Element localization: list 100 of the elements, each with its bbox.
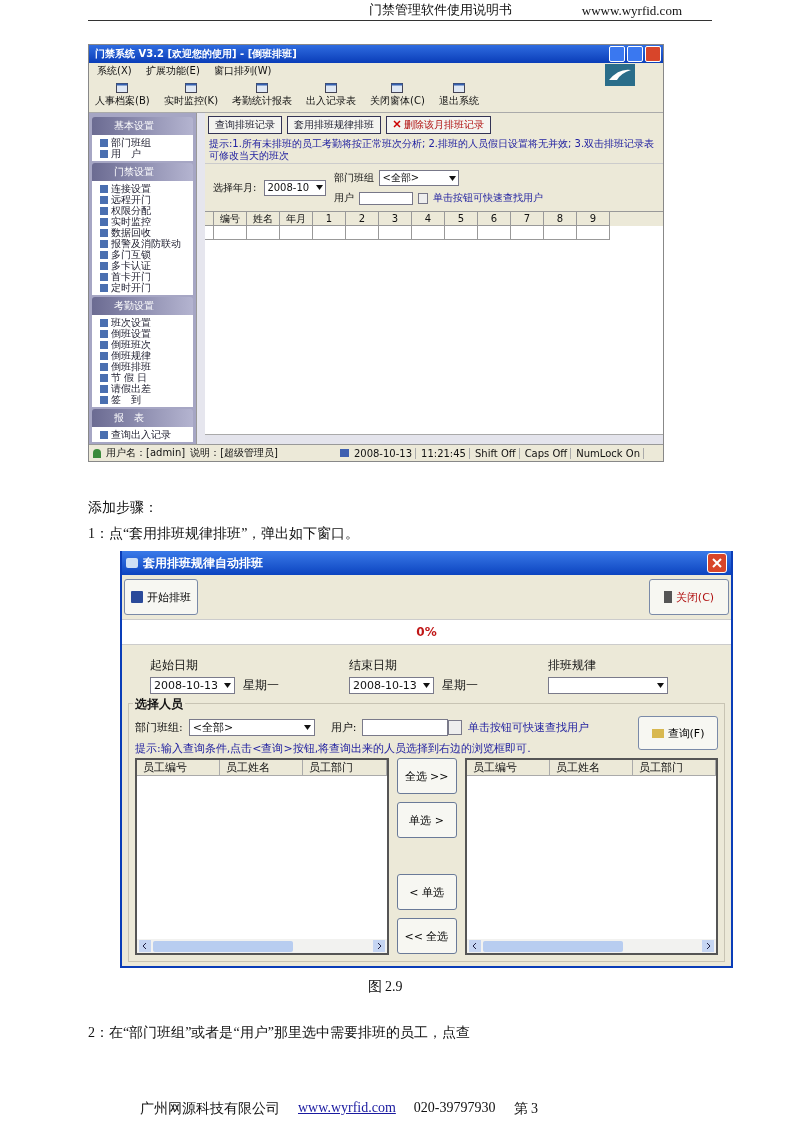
sidebar-item[interactable]: 定时开门 (100, 282, 193, 293)
column-header[interactable]: 员工姓名 (549, 760, 633, 775)
department-dropdown[interactable]: <全部> (379, 170, 460, 186)
sidebar-item[interactable]: 多门互锁 (100, 249, 193, 260)
sidebar-item[interactable]: 倒班班次 (100, 339, 193, 350)
field-label: 结束日期 (348, 657, 398, 674)
arrow-left-icon (468, 940, 481, 952)
toolbar-button[interactable]: 出入记录表 (306, 82, 357, 108)
close-button[interactable] (707, 553, 727, 573)
horizontal-scrollbar[interactable] (205, 434, 663, 444)
toolbar-button[interactable]: 关闭窗体(C) (370, 82, 425, 108)
sidebar-item[interactable]: 远程开门 (100, 194, 193, 205)
column-header[interactable]: 编号 (214, 212, 247, 226)
rule-dropdown[interactable] (547, 677, 668, 694)
toolbar-button[interactable]: 考勤统计报表 (232, 82, 293, 108)
progress-reading: 0% (416, 625, 437, 639)
transfer-button[interactable]: << 全选 (396, 918, 457, 954)
action-button[interactable]: 删除该月排班记录 (386, 116, 491, 134)
minimize-button[interactable] (609, 46, 625, 62)
query-button[interactable]: 查询(F) (638, 716, 718, 750)
action-button[interactable]: 查询排班记录 (208, 116, 282, 134)
sidebar-item[interactable]: 数据回收 (100, 227, 193, 238)
menu-item[interactable]: 窗口排列(W) (213, 63, 272, 78)
footer-company: 广州网源科技有限公司 (140, 1100, 280, 1118)
sidebar-item[interactable]: 连接设置 (100, 183, 193, 194)
sidebar-item[interactable]: 部门班组 (100, 137, 193, 148)
sidebar-item[interactable]: 实时监控 (100, 216, 193, 227)
department-dropdown[interactable]: <全部> (188, 718, 315, 736)
transfer-button[interactable]: 全选 >> (396, 758, 457, 794)
dialog-title: 套用排班规律自动排班 (143, 554, 264, 572)
date-dropdown[interactable]: 2008-10-13 (348, 677, 434, 694)
sidebar-item[interactable]: 报警及消防联动 (100, 238, 193, 249)
sidebar-section-header[interactable]: 门禁设置 (92, 163, 193, 181)
column-header[interactable]: 员工部门 (632, 760, 716, 775)
sidebar-section-header[interactable]: 基本设置 (92, 117, 193, 135)
dropdown-arrow-icon (422, 683, 430, 688)
user-input-field[interactable] (362, 718, 449, 736)
column-header[interactable]: 3 (379, 212, 412, 226)
table-cell (214, 226, 247, 240)
sidebar-item[interactable]: 倒班排班 (100, 361, 193, 372)
sidebar-item[interactable]: 权限分配 (100, 205, 193, 216)
sidebar-item[interactable]: 首卡开门 (100, 271, 193, 282)
column-header[interactable]: 2 (346, 212, 379, 226)
menu-item[interactable]: 扩展功能(E) (145, 63, 200, 78)
column-header[interactable]: 员工姓名 (220, 760, 304, 775)
document-header-url: wwww.wyrfid.com (581, 3, 682, 19)
column-header[interactable]: 员工部门 (303, 760, 387, 775)
sidebar-item[interactable]: 节 假 日 (100, 372, 193, 383)
window-icon (452, 82, 465, 93)
table-cell (346, 226, 379, 240)
sidebar-item[interactable]: 用 户 (100, 148, 193, 159)
column-header[interactable]: 6 (478, 212, 511, 226)
maximize-button[interactable] (627, 46, 643, 62)
sidebar-section-header[interactable]: 报 表 (92, 409, 193, 427)
browse-button[interactable] (448, 719, 463, 735)
transfer-button[interactable]: 单选 > (396, 802, 457, 838)
window-icon (116, 82, 129, 93)
hint-text: 提示:1.所有未排班的员工考勤将按正常班次分析; 2.排班的人员假日设置将无并效; 3.双击排班记录表可修改当天的班次 (205, 137, 663, 163)
column-header[interactable]: 1 (313, 212, 346, 226)
user-icon (93, 448, 101, 458)
arrow-left-icon (139, 940, 151, 952)
window-icon (391, 82, 404, 93)
column-header[interactable]: 姓名 (247, 212, 280, 226)
sidebar-item[interactable]: 多卡认证 (100, 260, 193, 271)
toolbar-button[interactable]: 人事档案(B) (95, 82, 150, 108)
close-dialog-button[interactable]: 关闭(C) (649, 579, 729, 615)
sidebar-item[interactable]: 倒班设置 (100, 328, 193, 339)
user-input-field[interactable] (359, 191, 414, 205)
toolbar-button[interactable]: 退出系统 (438, 82, 479, 108)
sidebar-item[interactable]: 签 到 (100, 394, 193, 405)
sidebar-item[interactable]: 倒班规律 (100, 350, 193, 361)
column-header[interactable]: 员工编号 (466, 760, 550, 775)
horizontal-scrollbar[interactable] (466, 939, 716, 953)
column-header[interactable]: 7 (511, 212, 544, 226)
toolbar-button[interactable]: 实时监控(K) (163, 82, 219, 108)
figure-caption: 图 2.9 (366, 978, 404, 996)
column-header[interactable]: 年月 (280, 212, 313, 226)
date-dropdown[interactable]: 2008-10-13 (150, 677, 235, 694)
field-label: 排班规律 (547, 657, 597, 674)
close-button[interactable] (645, 46, 661, 62)
vertical-scrollbar[interactable] (196, 113, 205, 444)
table-cell (445, 226, 478, 240)
sidebar-item[interactable]: 请假出差 (100, 383, 193, 394)
sidebar-section-header[interactable]: 考勤设置 (92, 297, 193, 315)
menu-item[interactable]: 系统(X) (97, 63, 132, 78)
footer-link[interactable]: www.wyrfid.com (298, 1100, 396, 1118)
document-header-title: 门禁管理软件使用说明书 (368, 1, 512, 19)
column-header[interactable]: 4 (412, 212, 445, 226)
start-button[interactable]: 开始排班 (124, 579, 198, 615)
column-header[interactable]: 9 (577, 212, 610, 226)
transfer-button[interactable]: < 单选 (396, 874, 457, 910)
column-header[interactable]: 5 (445, 212, 478, 226)
column-header[interactable]: 8 (544, 212, 577, 226)
action-button[interactable]: 套用排班规律排班 (287, 116, 381, 134)
sidebar-item[interactable]: 班次设置 (100, 317, 193, 328)
column-header[interactable]: 员工编号 (137, 760, 221, 775)
step-text: 2：在“部门班组”或者是“用户”那里选中需要排班的员工，点查 (88, 1024, 471, 1042)
horizontal-scrollbar[interactable] (137, 939, 387, 953)
browse-button[interactable] (418, 192, 429, 204)
month-dropdown[interactable]: 2008-10 (264, 179, 327, 196)
